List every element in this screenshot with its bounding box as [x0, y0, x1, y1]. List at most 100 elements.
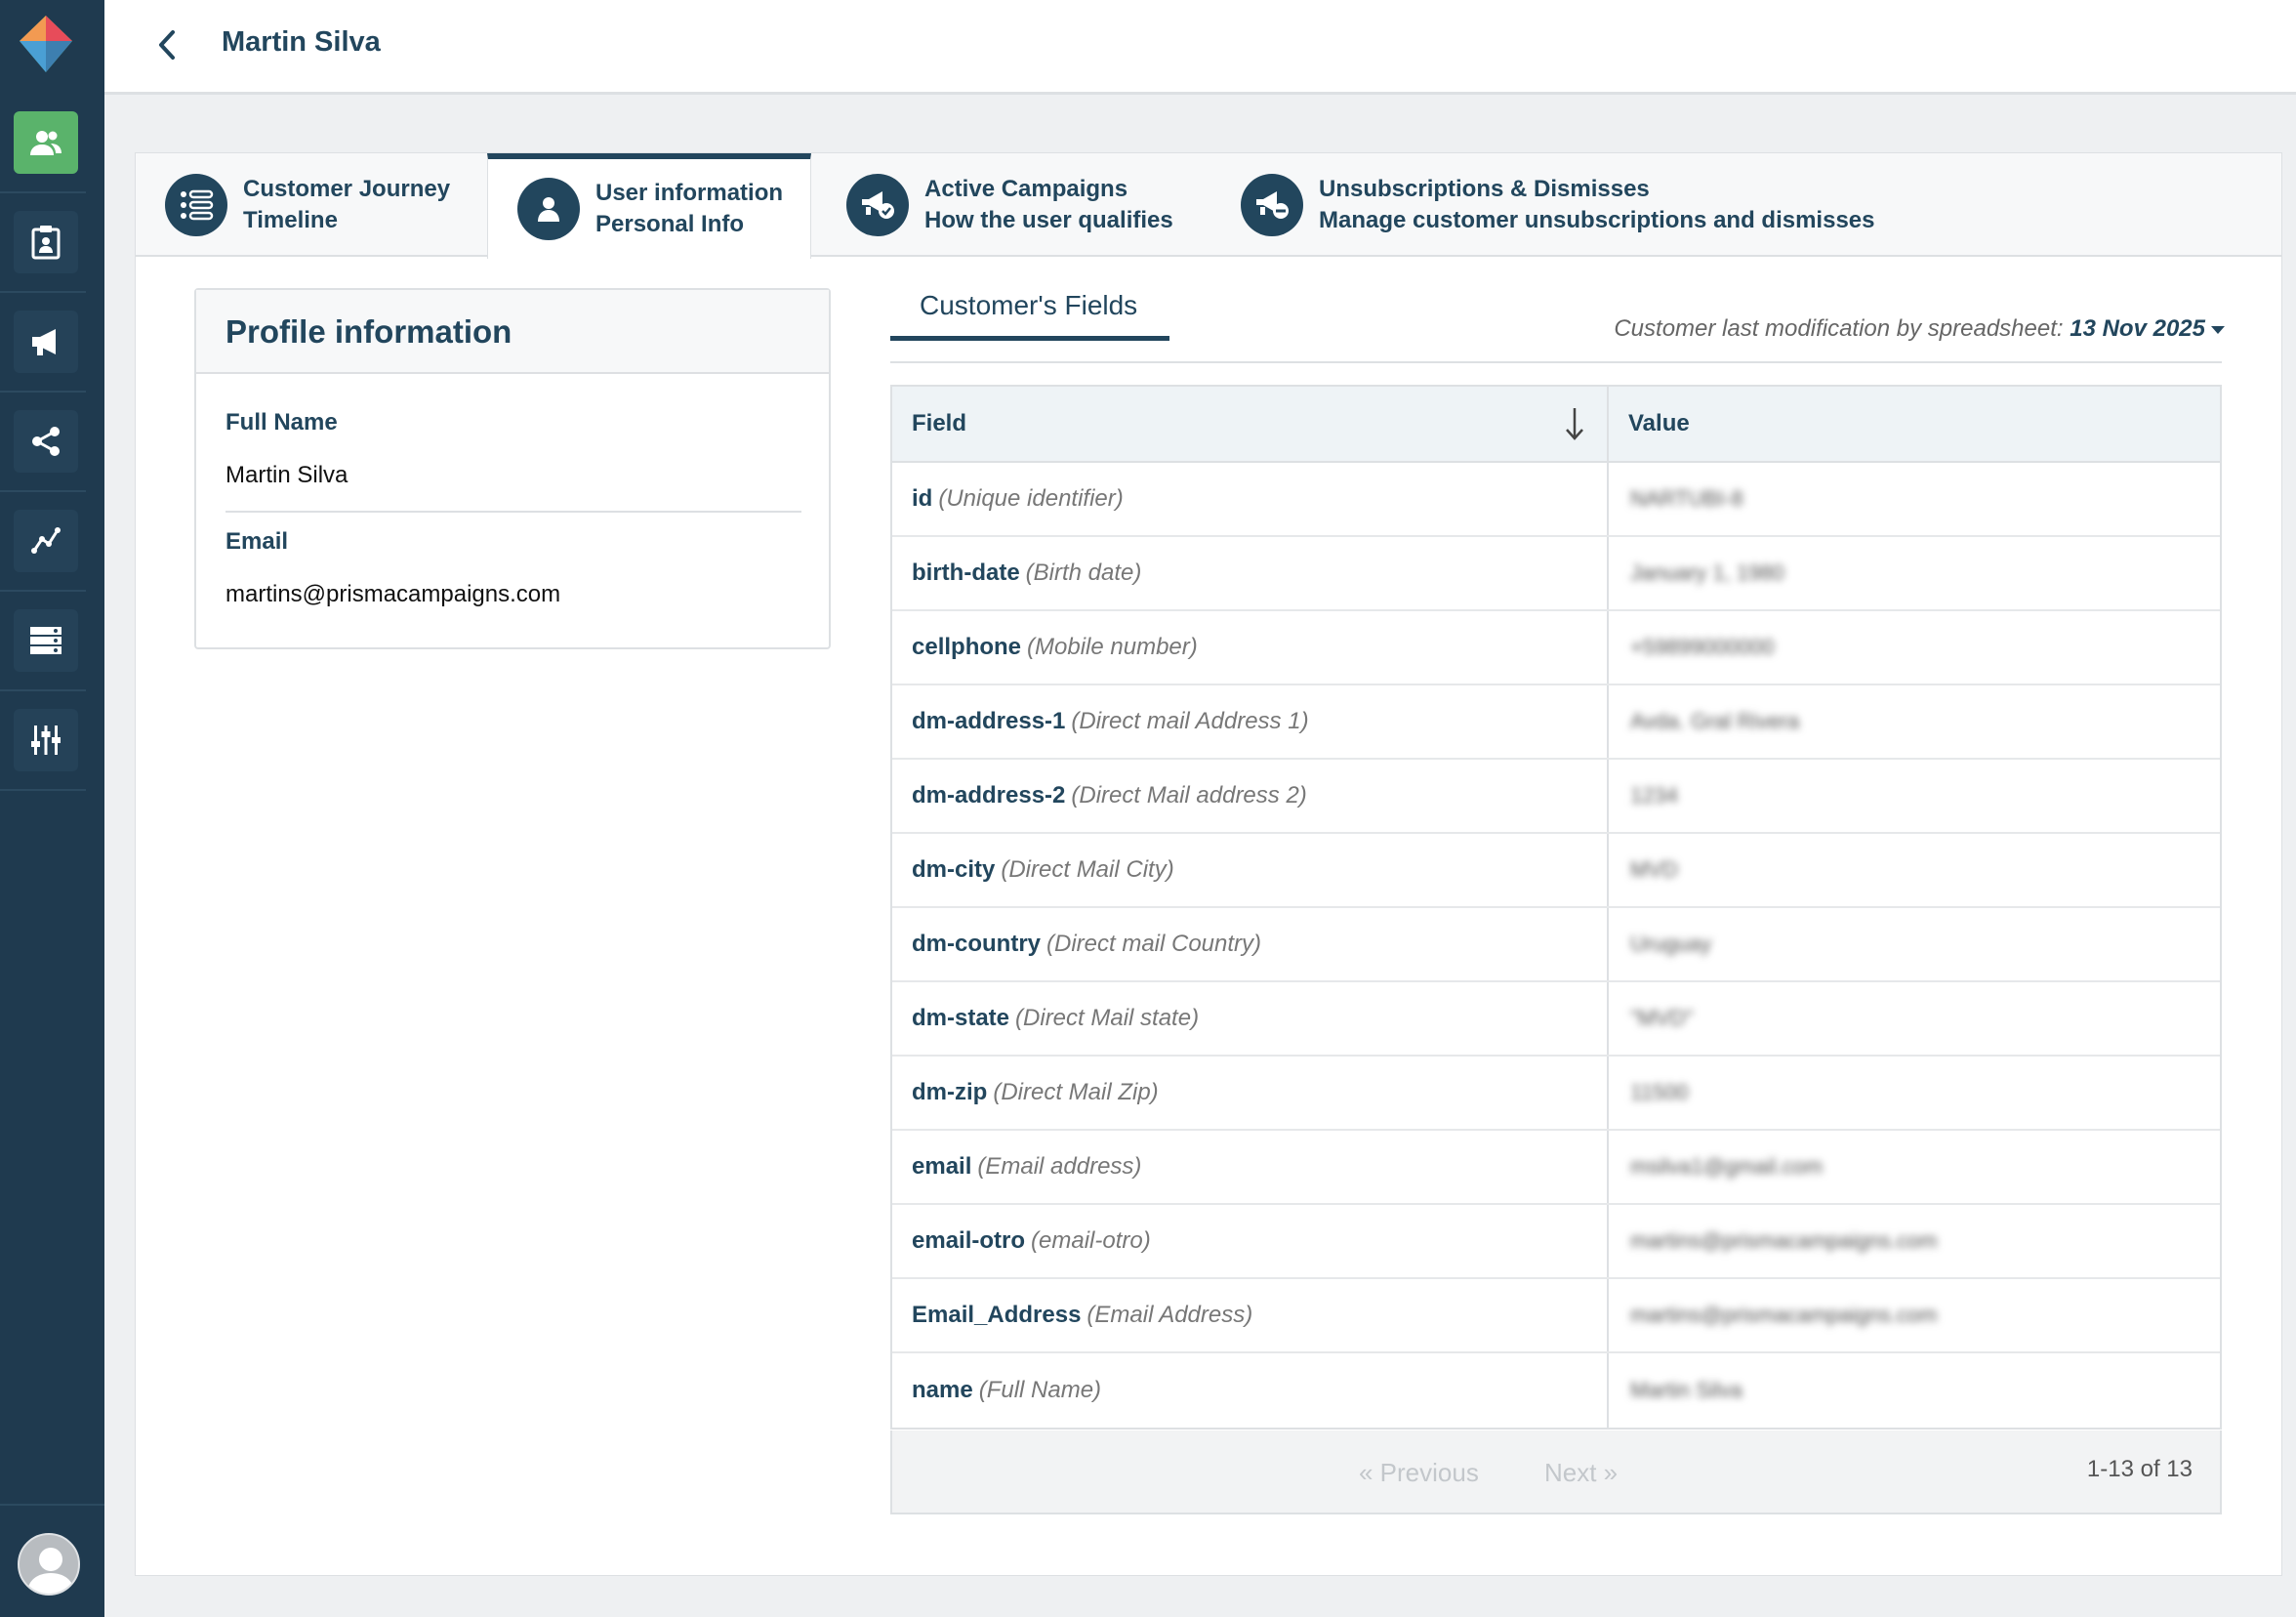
table-row: dm-zip (Direct Mail Zip) 11500 [892, 1057, 2220, 1131]
value-cell: 11500 [1630, 1080, 1689, 1104]
field-cell: dm-country (Direct mail Country) [892, 908, 1609, 980]
profile-divider [226, 511, 801, 513]
page-title: Martin Silva [222, 26, 381, 58]
field-key: birth-date [912, 560, 1020, 586]
field-key: dm-address-1 [912, 708, 1066, 734]
sidebar-item-data[interactable] [14, 609, 78, 672]
field-cell: id (Unique identifier) [892, 463, 1609, 535]
value-cell: martins@prismacampaigns.com [1630, 1303, 1938, 1327]
tab-customer-journey[interactable]: Customer Journey Timeline [165, 153, 450, 257]
email-label: Email [226, 528, 289, 555]
field-key: cellphone [912, 634, 1022, 660]
field-description: (Birth date) [1025, 560, 1142, 586]
table-row: dm-address-1 (Direct mail Address 1) Avda.… [892, 685, 2220, 760]
field-key: dm-city [912, 856, 996, 883]
value-cell: MVD [1630, 857, 1678, 882]
field-cell: email (Email address) [892, 1131, 1609, 1203]
last-modification: Customer last modification by spreadshee… [1614, 315, 2225, 343]
profile-panel: Profile information Full Name Martin Sil… [194, 288, 831, 649]
email-value: martins@prismacampaigns.com [226, 581, 561, 607]
tab-subtitle: Manage customer unsubscriptions and dism… [1319, 207, 1875, 233]
field-key: dm-zip [912, 1079, 988, 1105]
field-description: (Direct Mail state) [1015, 1005, 1200, 1031]
sort-descending-icon[interactable] [1560, 404, 1589, 443]
field-cell: birth-date (Birth date) [892, 537, 1609, 609]
field-description: (Direct Mail address 2) [1071, 782, 1307, 808]
value-cell: "MVD" [1630, 1006, 1694, 1030]
tab-customer-fields[interactable]: Customer's Fields [890, 290, 1169, 341]
pagination-count: 1-13 of 13 [2086, 1456, 2193, 1482]
field-cell: email-otro (email-otro) [892, 1205, 1609, 1277]
customer-card: Customer Journey Timeline User informati… [135, 152, 2282, 1576]
table-row: dm-country (Direct mail Country) Uruguay [892, 908, 2220, 982]
table-row: id (Unique identifier) NARTUBI-8 [892, 463, 2220, 537]
field-description: (Full Name) [978, 1377, 1102, 1403]
page-header: Martin Silva [104, 0, 2296, 95]
tab-bar: Customer Journey Timeline User informati… [136, 153, 2281, 259]
tab-active-campaigns[interactable]: Active Campaigns How the user qualifies [846, 153, 1173, 257]
field-description: (Direct Mail City) [1001, 856, 1174, 883]
table-row: birth-date (Birth date) January 1, 1980 [892, 537, 2220, 611]
tab-title: Unsubscriptions & Dismisses [1319, 176, 1650, 202]
field-key: email-otro [912, 1227, 1026, 1254]
chevron-left-icon [159, 30, 175, 60]
field-cell: name (Full Name) [892, 1353, 1609, 1428]
user-avatar[interactable] [18, 1533, 80, 1596]
field-key: Email_Address [912, 1302, 1082, 1328]
value-cell: Uruguay [1630, 932, 1712, 956]
sidebar-item-settings[interactable] [14, 709, 78, 771]
user-icon [517, 178, 580, 240]
tab-unsubscriptions[interactable]: Unsubscriptions & Dismisses Manage custo… [1241, 153, 1874, 257]
profile-heading: Profile information [196, 290, 829, 374]
app-logo-icon[interactable] [14, 12, 78, 76]
tab-title: User information [595, 180, 784, 206]
clipboard-user-icon [31, 226, 61, 260]
field-key: name [912, 1377, 973, 1403]
sidebar-item-campaigns[interactable] [14, 311, 78, 373]
value-cell: NARTUBI-8 [1630, 486, 1743, 511]
column-header-value-label: Value [1628, 410, 1690, 436]
share-nodes-icon [32, 427, 60, 456]
megaphone-icon [32, 329, 56, 355]
server-rows-icon [30, 627, 62, 654]
column-header-field[interactable]: Field [892, 387, 1609, 461]
sliders-icon [31, 726, 61, 755]
next-page-button[interactable]: Next » [1544, 1458, 1618, 1488]
sidebar-item-contacts[interactable] [14, 211, 78, 273]
last-modification-date-dropdown[interactable]: 13 Nov 2025 [2070, 315, 2225, 342]
table-row: email-otro (email-otro) martins@prismacamp… [892, 1205, 2220, 1279]
fields-table: Field Value id (Unique identifier) NARTUBI… [890, 385, 2222, 1430]
field-cell: dm-zip (Direct Mail Zip) [892, 1057, 1609, 1129]
sidebar-item-analytics[interactable] [14, 510, 78, 572]
fields-tab-rule [890, 361, 2222, 363]
tab-user-information[interactable]: User information Personal Info [487, 153, 811, 259]
field-description: (Email Address) [1086, 1302, 1253, 1328]
value-cell: January 1, 1980 [1630, 560, 1784, 585]
column-header-value: Value [1609, 387, 2220, 461]
field-description: (email-otro) [1031, 1227, 1151, 1254]
sidebar [0, 0, 104, 1617]
value-cell: martins@prismacampaigns.com [1630, 1228, 1938, 1253]
tab-title: Customer Journey [243, 176, 451, 202]
field-cell: dm-address-1 (Direct mail Address 1) [892, 685, 1609, 758]
field-cell: cellphone (Mobile number) [892, 611, 1609, 684]
table-body: id (Unique identifier) NARTUBI-8 birth-date… [892, 463, 2220, 1428]
megaphone-check-icon [846, 174, 909, 236]
last-modification-label: Customer last modification by spreadshee… [1614, 315, 2064, 342]
value-cell: msilva1@gmail.com [1630, 1154, 1824, 1179]
field-cell: dm-city (Direct Mail City) [892, 834, 1609, 906]
full-name-label: Full Name [226, 409, 338, 435]
sidebar-item-flows[interactable] [14, 410, 78, 473]
table-row: email (Email address) msilva1@gmail.com [892, 1131, 2220, 1205]
field-key: id [912, 485, 933, 512]
column-header-field-label: Field [912, 410, 967, 436]
previous-page-button[interactable]: « Previous [1359, 1458, 1479, 1488]
table-row: cellphone (Mobile number) +59899000000 [892, 611, 2220, 685]
table-row: dm-address-2 (Direct Mail address 2) 1234 [892, 760, 2220, 834]
back-button[interactable] [145, 23, 188, 66]
field-description: (Email address) [977, 1153, 1142, 1180]
tab-subtitle: Personal Info [595, 211, 745, 237]
field-description: (Direct mail Address 1) [1071, 708, 1309, 734]
field-key: dm-address-2 [912, 782, 1066, 808]
sidebar-item-customers[interactable] [14, 111, 78, 174]
